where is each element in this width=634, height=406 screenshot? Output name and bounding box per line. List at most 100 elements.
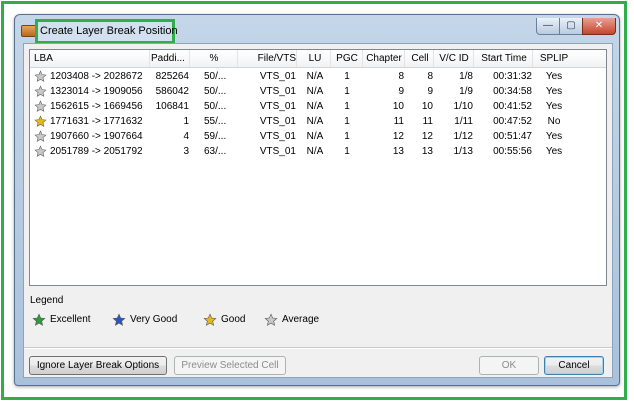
window-title: Create Layer Break Position [35, 19, 178, 44]
ok-button[interactable]: OK [479, 356, 539, 375]
cell-splip: No [547, 116, 561, 127]
cell-pgc: 1 [344, 71, 350, 82]
cell-splip: Yes [545, 146, 563, 157]
cell-file: VTS_01 [259, 131, 296, 142]
table-row[interactable]: 2051789 -> 2051792 3 63/... VTS_01 N/A 1 13 13 1… [30, 144, 606, 159]
ignore-layer-break-button[interactable]: Ignore Layer Break Options [29, 356, 167, 375]
star-icon [34, 70, 47, 82]
cell-splip: Yes [545, 71, 563, 82]
cell-lba: 1203408 -> 2028672 [50, 71, 143, 82]
legend-label-average: Average [282, 314, 320, 325]
cell-pgc: 1 [344, 116, 350, 127]
column-header-cell[interactable]: Cell [407, 50, 434, 67]
cell-lba: 1907660 -> 1907664 [50, 131, 143, 142]
cell-vcid: 1/8 [459, 71, 473, 82]
cell-pgc: 1 [344, 131, 350, 142]
star-icon [203, 313, 217, 326]
cell-padding: 586042 [155, 86, 189, 97]
cell-padding: 4 [183, 131, 189, 142]
cell-start: 00:34:58 [493, 86, 532, 97]
cell-splip: Yes [545, 131, 563, 142]
cell-pct: 55/... [204, 116, 227, 127]
table-row[interactable]: 1771631 -> 1771632 1 55/... VTS_01 N/A 1 11 11 1… [30, 114, 606, 129]
cell-lu: N/A [306, 116, 324, 127]
dialog-window: Create Layer Break Position — ▢ ✕ LBA Pa… [14, 14, 620, 386]
cell-splip: Yes [545, 101, 563, 112]
cell-splip: Yes [545, 86, 563, 97]
cell-file: VTS_01 [259, 146, 296, 157]
table-row[interactable]: 1323014 -> 1909056 586042 50/... VTS_01 N/A 1… [30, 84, 606, 99]
cell-file: VTS_01 [259, 71, 296, 82]
cell-file: VTS_01 [259, 116, 296, 127]
cell-lu: N/A [306, 131, 324, 142]
cell-lu: N/A [306, 146, 324, 157]
table-row[interactable]: 1203408 -> 2028672 825264 50/... VTS_01 N/A 1… [30, 69, 606, 84]
cell-padding: 825264 [155, 71, 189, 82]
cell-vcid: 1/11 [454, 116, 473, 127]
minimize-button[interactable]: — [536, 18, 560, 35]
cell-vcid: 1/13 [453, 146, 473, 157]
cell-start: 00:51:47 [493, 131, 532, 142]
legend-label-excellent: Excellent [50, 314, 91, 325]
legend: Legend Excellent Very Good Good Average [30, 295, 610, 335]
cell-lba: 1562615 -> 1669456 [50, 101, 143, 112]
star-icon [32, 313, 46, 326]
close-button[interactable]: ✕ [582, 18, 616, 35]
star-icon [34, 145, 47, 157]
cell-start: 00:41:52 [493, 101, 532, 112]
title-bar[interactable]: Create Layer Break Position — ▢ ✕ [15, 15, 619, 44]
preview-selected-cell-button[interactable]: Preview Selected Cell [174, 356, 286, 375]
cell-lu: N/A [306, 86, 324, 97]
cell-pct: 50/... [204, 86, 227, 97]
cell-chapter: 12 [392, 131, 404, 142]
cell-vcid: 1/12 [453, 131, 473, 142]
cell-pgc: 1 [344, 146, 350, 157]
cell-cell: 8 [427, 71, 433, 82]
cell-padding: 106841 [155, 101, 189, 112]
cell-pct: 63/... [204, 146, 227, 157]
cell-chapter: 11 [393, 116, 404, 127]
cell-lba: 2051789 -> 2051792 [50, 146, 143, 157]
cell-lu: N/A [306, 71, 324, 82]
cell-start: 00:47:52 [493, 116, 532, 127]
cell-padding: 1 [183, 116, 189, 127]
maximize-button[interactable]: ▢ [559, 18, 583, 35]
column-header-vc-id[interactable]: V/C ID [435, 50, 474, 67]
column-header-padding[interactable]: Paddi... [151, 50, 190, 67]
cell-cell: 11 [422, 116, 433, 127]
cell-chapter: 13 [392, 146, 404, 157]
cell-file: VTS_01 [259, 101, 296, 112]
star-icon [112, 313, 126, 326]
column-header-chapter[interactable]: Chapter [364, 50, 405, 67]
divider [24, 347, 612, 349]
list-header: LBA Paddi... % File/VTS LU PGC Chapter C… [30, 50, 606, 68]
cell-lba: 1771631 -> 1771632 [50, 116, 143, 127]
star-icon [34, 115, 47, 127]
column-header-pgc[interactable]: PGC [332, 50, 363, 67]
cell-chapter: 9 [398, 86, 404, 97]
table-row[interactable]: 1907660 -> 1907664 4 59/... VTS_01 N/A 1 12 12 1… [30, 129, 606, 144]
column-header-lba[interactable]: LBA [34, 50, 150, 67]
cell-start: 00:55:56 [493, 146, 532, 157]
column-header-start-time[interactable]: Start Time [476, 50, 533, 67]
cell-pct: 50/... [204, 101, 227, 112]
layer-break-list[interactable]: LBA Paddi... % File/VTS LU PGC Chapter C… [29, 49, 607, 286]
cell-pct: 50/... [204, 71, 227, 82]
column-header-file-vts[interactable]: File/VTS [240, 50, 297, 67]
legend-title: Legend [30, 295, 64, 306]
star-icon [264, 313, 278, 326]
cell-pct: 59/... [204, 131, 227, 142]
legend-label-very-good: Very Good [130, 314, 178, 325]
column-header-lu[interactable]: LU [300, 50, 331, 67]
cell-vcid: 1/9 [459, 86, 473, 97]
column-header-percent[interactable]: % [191, 50, 238, 67]
cell-start: 00:31:32 [493, 71, 532, 82]
dialog-body: LBA Paddi... % File/VTS LU PGC Chapter C… [23, 43, 613, 378]
star-icon [34, 130, 47, 142]
cell-vcid: 1/10 [453, 101, 473, 112]
cancel-button[interactable]: Cancel [544, 356, 604, 375]
cell-cell: 13 [421, 146, 433, 157]
cell-cell: 9 [427, 86, 433, 97]
column-header-splip[interactable]: SPLIP [534, 50, 574, 67]
table-row[interactable]: 1562615 -> 1669456 106841 50/... VTS_01 N/A 1… [30, 99, 606, 114]
